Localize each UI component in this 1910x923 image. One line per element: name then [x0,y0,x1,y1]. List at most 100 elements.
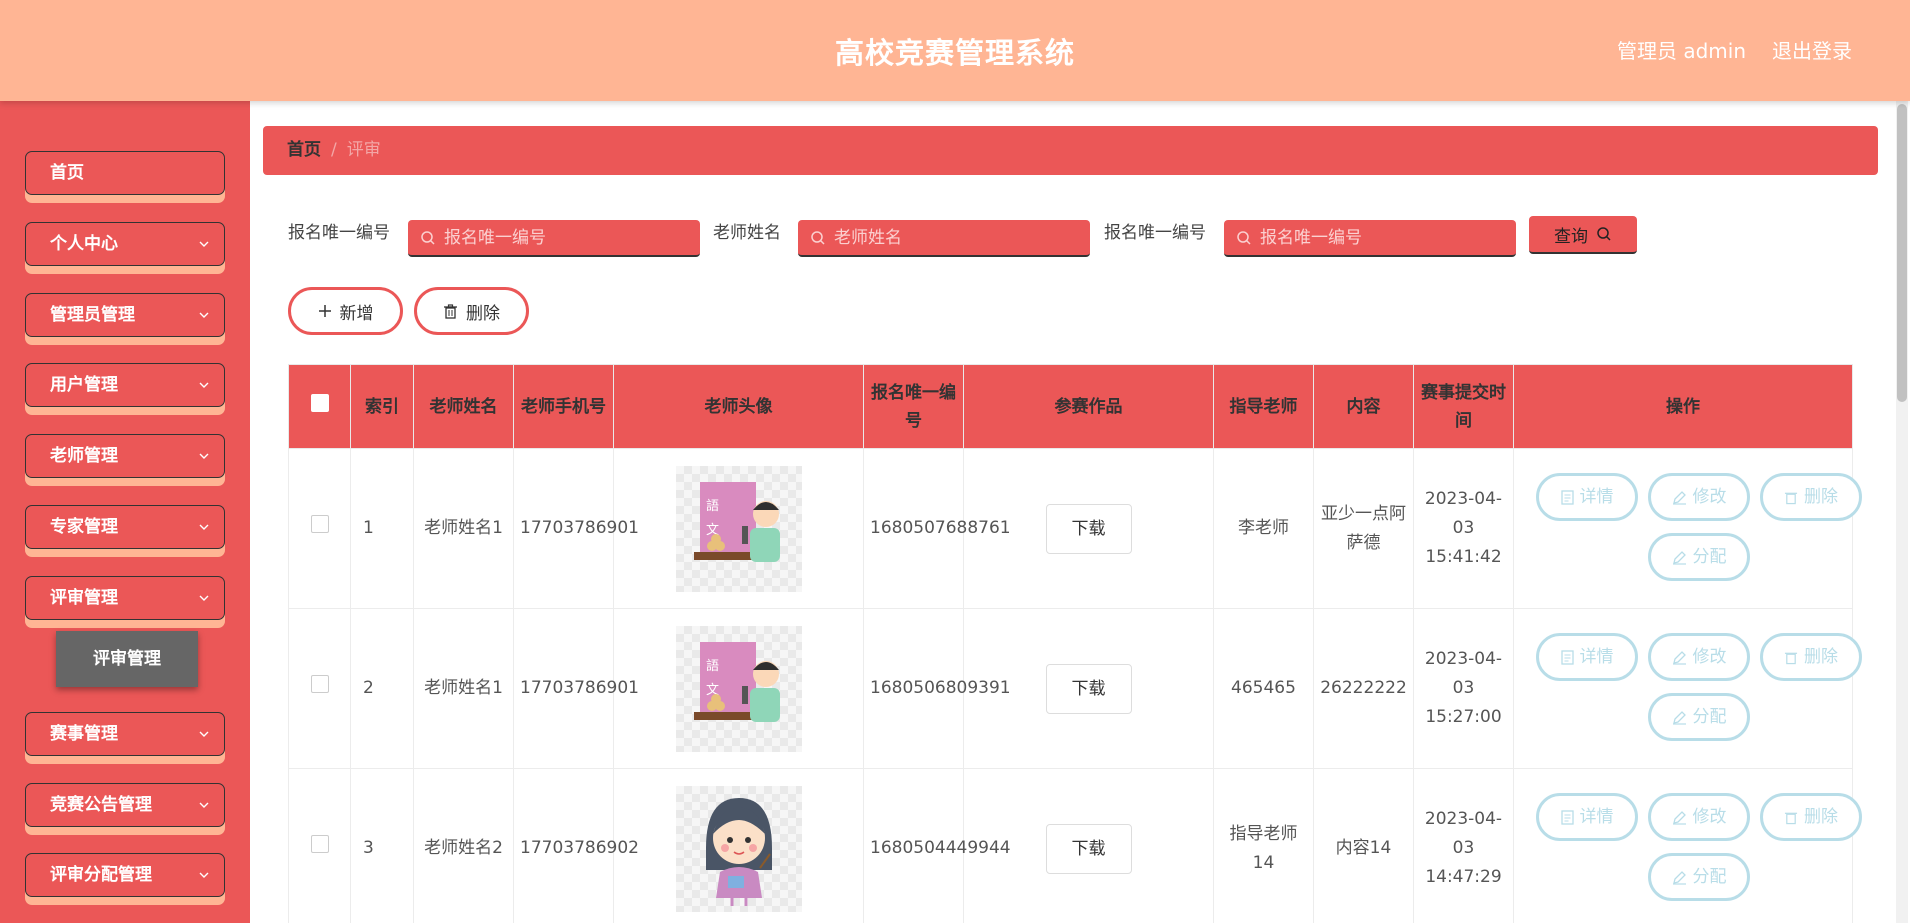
cell-reg-id: 1680504449944 [863,768,1011,923]
sidebar-item-home[interactable]: 首页 [25,151,225,195]
table-row: 1 老师姓名1 17703786901 語 文 1680507688761 下载… [288,448,1862,609]
cell-submit-time: 2023-04-03 15:27:00 [1413,608,1514,769]
edit-button[interactable]: 修改 [1648,633,1750,681]
row-checkbox[interactable] [310,515,329,533]
header-work: 参赛作品 [963,364,1214,449]
teacher-male-icon: 語 文 [675,625,802,752]
row-operations: 详情 修改 删除 分配 [1514,449,1862,608]
search-button[interactable]: 查询 [1529,216,1637,254]
header-teacher-phone: 老师手机号 [513,364,614,449]
filter-reg-id[interactable] [408,220,700,257]
cell-advisor: 465465 [1213,608,1314,769]
current-user: 管理员 admin [1617,39,1747,63]
header-reg-id: 报名唯一编号 [863,364,964,449]
filter-reg-id-2[interactable] [1224,220,1516,257]
reg-id-input[interactable] [444,227,682,248]
sidebar-item-experts[interactable]: 专家管理 [25,505,225,549]
cell-content: 亚少一点阿萨德 [1313,448,1414,609]
table-row: 2 老师姓名1 17703786901 語 文 1680506809391 下载… [288,608,1862,769]
cell-advisor: 指导老师14 [1213,768,1314,923]
trash-icon [444,303,457,319]
download-button[interactable]: 下载 [1045,503,1132,554]
cell-teacher-name: 老师姓名1 [413,608,514,769]
cell-phone: 17703786902 [513,768,639,923]
chevron-down-icon [199,872,209,878]
pencil-icon [1672,870,1686,885]
search-icon [811,230,825,245]
logout-link[interactable]: 退出登录 [1772,0,1852,102]
assign-button[interactable]: 分配 [1648,853,1750,901]
page-scrollbar-thumb[interactable] [1897,104,1907,402]
filter-teacher-name[interactable] [798,220,1090,257]
teacher-female-icon [675,785,802,912]
detail-button[interactable]: 详情 [1536,473,1638,521]
cell-index: 3 [350,768,414,923]
document-icon [1560,809,1574,825]
assign-button[interactable]: 分配 [1648,533,1750,581]
edit-button[interactable]: 修改 [1648,793,1750,841]
breadcrumb-separator: / [331,140,337,160]
teacher-male-icon: 語 文 [675,465,802,592]
chevron-down-icon [199,312,209,318]
sidebar-item-announcements[interactable]: 竞赛公告管理 [25,783,225,827]
document-icon [1560,649,1574,665]
cell-index: 2 [350,608,414,769]
cell-index: 1 [350,448,414,609]
teacher-name-input[interactable] [834,227,1072,248]
batch-delete-button[interactable]: 删除 [414,287,529,335]
row-checkbox[interactable] [310,835,329,853]
chevron-down-icon [199,241,209,247]
delete-button[interactable]: 删除 [1760,793,1862,841]
cell-submit-time: 2023-04-03 15:41:42 [1413,448,1514,609]
reg-id-input-2[interactable] [1260,227,1498,248]
filter-label-reg-id-2: 报名唯一编号 [1104,223,1206,243]
sidebar-item-events[interactable]: 赛事管理 [25,712,225,756]
breadcrumb: 首页 / 评审 [263,126,1878,175]
row-operations: 详情 修改 删除 分配 [1514,609,1862,768]
delete-button[interactable]: 删除 [1760,473,1862,521]
sidebar-item-users[interactable]: 用户管理 [25,363,225,407]
delete-button[interactable]: 删除 [1760,633,1862,681]
cell-content: 内容14 [1313,768,1414,923]
sidebar-item-review[interactable]: 评审管理 [25,576,225,620]
sidebar-item-admin[interactable]: 管理员管理 [25,293,225,337]
cell-advisor: 李老师 [1213,448,1314,609]
row-checkbox[interactable] [310,675,329,693]
download-button[interactable]: 下载 [1045,663,1132,714]
sidebar-item-teachers[interactable]: 老师管理 [25,434,225,478]
sidebar-item-review-assign[interactable]: 评审分配管理 [25,853,225,897]
sidebar-item-personal-center[interactable]: 个人中心 [25,222,225,266]
chevron-down-icon [199,802,209,808]
pencil-icon [1672,550,1686,565]
search-icon [1237,230,1251,245]
submenu-item-review[interactable]: 评审管理 [56,631,198,687]
top-header: 高校竞赛管理系统 管理员 admin 退出登录 [0,0,1910,101]
search-icon [1597,227,1611,241]
chevron-down-icon [199,595,209,601]
breadcrumb-current: 评审 [346,140,381,160]
filter-label-teacher-name: 老师姓名 [713,223,781,243]
download-button[interactable]: 下载 [1045,823,1132,874]
pencil-icon [1672,710,1686,725]
svg-text:語: 語 [706,658,719,674]
header-teacher-name: 老师姓名 [413,364,514,449]
trash-icon [1784,652,1798,664]
breadcrumb-home[interactable]: 首页 [287,140,321,160]
header-content: 内容 [1313,364,1414,449]
filter-label-reg-id: 报名唯一编号 [288,223,390,243]
header-submit-time: 赛事提交时间 [1413,364,1514,449]
assign-button[interactable]: 分配 [1648,693,1750,741]
document-icon [1560,489,1574,505]
detail-button[interactable]: 详情 [1536,633,1638,681]
cell-teacher-name: 老师姓名2 [413,768,514,923]
add-button[interactable]: 新增 [288,287,403,335]
pencil-icon [1672,490,1686,505]
header-operations: 操作 [1513,364,1853,449]
detail-button[interactable]: 详情 [1536,793,1638,841]
review-table: 索引 老师姓名 老师手机号 老师头像 报名唯一编号 参赛作品 指导老师 内容 赛… [288,364,1862,923]
edit-button[interactable]: 修改 [1648,473,1750,521]
table-header-row: 索引 老师姓名 老师手机号 老师头像 报名唯一编号 参赛作品 指导老师 内容 赛… [288,364,1853,449]
select-all-checkbox[interactable] [310,393,329,412]
cell-phone: 17703786901 [513,608,639,769]
search-icon [421,230,435,245]
